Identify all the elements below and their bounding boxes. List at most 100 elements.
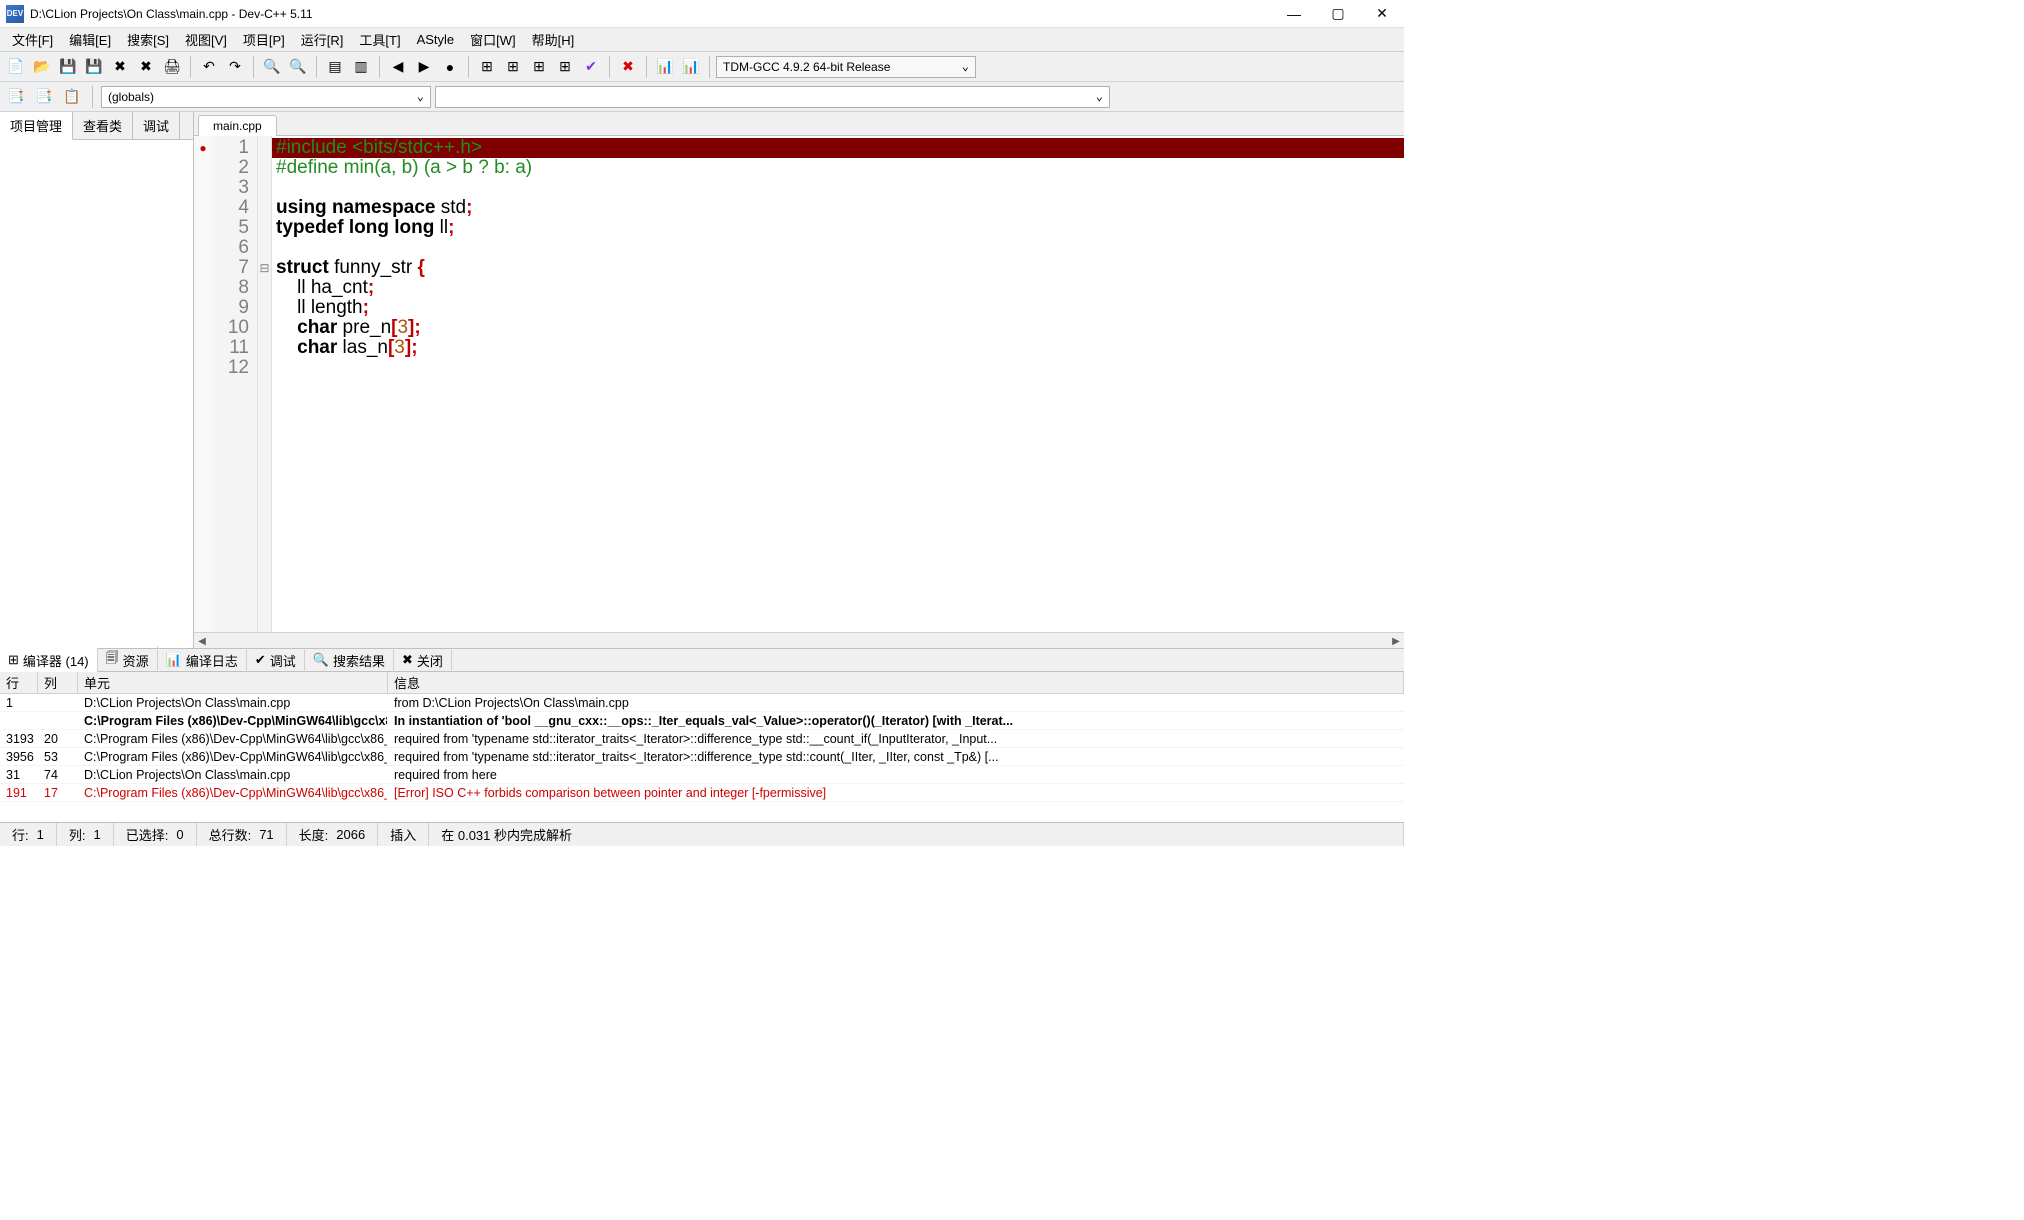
bottom-tab[interactable]: ✔调试 (247, 648, 305, 673)
left-tabs: 项目管理查看类调试 (0, 112, 193, 140)
file-tabs: main.cpp (194, 112, 1404, 136)
output-row[interactable]: 319320C:\Program Files (x86)\Dev-Cpp\Min… (0, 730, 1404, 748)
minimize-button[interactable]: — (1272, 0, 1316, 28)
bottom-tab[interactable]: ✖关闭 (394, 648, 452, 673)
breakpoint-column[interactable]: ● (194, 136, 212, 632)
status-line: 行:1 (0, 823, 57, 846)
window-title: D:\CLion Projects\On Class\main.cpp - De… (30, 7, 1272, 21)
output-col-msg[interactable]: 信息 (388, 672, 1404, 693)
menu-item[interactable]: 视图[V] (177, 27, 235, 52)
scroll-right-icon[interactable]: ▶ (1388, 633, 1404, 649)
menu-item[interactable]: 搜索[S] (119, 27, 177, 52)
delete-profile-icon[interactable]: 📊 (679, 55, 703, 79)
status-length: 长度:2066 (287, 823, 379, 846)
goto-bookmark-icon[interactable]: ▥ (349, 55, 373, 79)
tab-icon: ✔ (255, 652, 266, 668)
project-tree[interactable] (0, 140, 193, 648)
output-col-row[interactable]: 行 (0, 672, 38, 693)
main-toolbar: 📄 📂 💾 💾 ✖ ✖ 🖨 ↶ ↷ 🔍 🔍 ▤ ▥ ◀ ▶ ● ⊞ ⊞ ⊞ ⊞ … (0, 52, 1404, 82)
compiler-output: 行 列 单元 信息 1D:\CLion Projects\On Class\ma… (0, 672, 1404, 822)
maximize-button[interactable]: ▢ (1316, 0, 1360, 28)
save-icon[interactable]: 💾 (56, 55, 80, 79)
main-area: 项目管理查看类调试 main.cpp ● 123456789101112 ⊟ #… (0, 112, 1404, 648)
rebuild-icon[interactable]: ⊞ (553, 55, 577, 79)
line-number-gutter: 123456789101112 (212, 136, 258, 632)
menubar: 文件[F]编辑[E]搜索[S]视图[V]项目[P]运行[R]工具[T]AStyl… (0, 28, 1404, 52)
scope-select[interactable]: (globals) (101, 86, 431, 108)
output-row[interactable]: 3174D:\CLion Projects\On Class\main.cppr… (0, 766, 1404, 784)
new-file-icon[interactable]: 📄 (4, 55, 28, 79)
statusbar: 行:1 列:1 已选择:0 总行数:71 长度:2066 插入 在 0.031 … (0, 822, 1404, 846)
status-insert-mode: 插入 (378, 823, 429, 846)
compiler-profile-select[interactable]: TDM-GCC 4.9.2 64-bit Release (716, 56, 976, 78)
open-file-icon[interactable]: 📂 (30, 55, 54, 79)
profile-icon[interactable]: 📊 (653, 55, 677, 79)
titlebar: DEV D:\CLion Projects\On Class\main.cpp … (0, 0, 1404, 28)
back-icon[interactable]: ◀ (386, 55, 410, 79)
print-icon[interactable]: 🖨 (160, 55, 184, 79)
tab-icon: ✖ (402, 652, 413, 668)
tab-icon: ⊞ (8, 652, 19, 668)
editor-hscrollbar[interactable]: ◀ ▶ (194, 632, 1404, 648)
left-tab[interactable]: 调试 (133, 112, 180, 139)
editor-panel: main.cpp ● 123456789101112 ⊟ #include <b… (194, 112, 1404, 648)
output-row[interactable]: 1D:\CLion Projects\On Class\main.cpp fro… (0, 694, 1404, 712)
bottom-tabs: ⊞编译器 (14)🗐资源📊编译日志✔调试🔍搜索结果✖关闭 (0, 648, 1404, 672)
nav-toolbar: 📑 📑 📋 (globals) (0, 82, 1404, 112)
stop-icon[interactable]: ✖ (616, 55, 640, 79)
output-row[interactable]: C:\Program Files (x86)\Dev-Cpp\MinGW64\l… (0, 712, 1404, 730)
close-file-icon[interactable]: ✖ (108, 55, 132, 79)
compile-icon[interactable]: ⊞ (475, 55, 499, 79)
close-button[interactable]: ✕ (1360, 0, 1404, 28)
tab-icon: 🔍 (313, 652, 329, 668)
fold-column[interactable]: ⊟ (258, 136, 272, 632)
forward-icon[interactable]: ▶ (412, 55, 436, 79)
scroll-left-icon[interactable]: ◀ (194, 633, 210, 649)
run-icon[interactable]: ⊞ (501, 55, 525, 79)
goto-source-icon[interactable]: 📑 (32, 85, 56, 109)
member-select[interactable] (435, 86, 1110, 108)
output-header: 行 列 单元 信息 (0, 672, 1404, 694)
save-all-icon[interactable]: 💾 (82, 55, 106, 79)
compile-run-icon[interactable]: ⊞ (527, 55, 551, 79)
goto-header-icon[interactable]: 📑 (4, 85, 28, 109)
menu-item[interactable]: 项目[P] (235, 27, 293, 52)
replace-icon[interactable]: 🔍 (286, 55, 310, 79)
menu-item[interactable]: 窗口[W] (462, 27, 524, 52)
left-panel: 项目管理查看类调试 (0, 112, 194, 648)
code-body[interactable]: #include <bits/stdc++.h>#define min(a, b… (272, 136, 1404, 632)
menu-item[interactable]: 运行[R] (293, 27, 352, 52)
bottom-tab[interactable]: 📊编译日志 (158, 648, 247, 673)
find-icon[interactable]: 🔍 (260, 55, 284, 79)
menu-item[interactable]: 帮助[H] (524, 27, 583, 52)
menu-item[interactable]: 编辑[E] (61, 27, 119, 52)
breakpoint-icon[interactable]: ● (438, 55, 462, 79)
debug-icon[interactable]: ✔ (579, 55, 603, 79)
bottom-tab[interactable]: 🗐资源 (98, 646, 158, 674)
output-row[interactable]: 19117C:\Program Files (x86)\Dev-Cpp\MinG… (0, 784, 1404, 802)
status-selection: 已选择:0 (114, 823, 197, 846)
tab-icon: 🗐 (106, 649, 119, 671)
class-browser-icon[interactable]: 📋 (60, 85, 84, 109)
output-col-col[interactable]: 列 (38, 672, 78, 693)
output-row[interactable]: 395653C:\Program Files (x86)\Dev-Cpp\Min… (0, 748, 1404, 766)
left-tab[interactable]: 查看类 (73, 112, 133, 139)
menu-item[interactable]: AStyle (409, 29, 463, 50)
output-col-unit[interactable]: 单元 (78, 672, 388, 693)
output-body[interactable]: 1D:\CLion Projects\On Class\main.cpp fro… (0, 694, 1404, 822)
menu-item[interactable]: 工具[T] (351, 27, 408, 52)
menu-item[interactable]: 文件[F] (4, 27, 61, 52)
undo-icon[interactable]: ↶ (197, 55, 221, 79)
bottom-tab[interactable]: ⊞编译器 (14) (0, 648, 98, 673)
redo-icon[interactable]: ↷ (223, 55, 247, 79)
tab-icon: 📊 (166, 652, 182, 668)
status-total-lines: 总行数:71 (197, 823, 287, 846)
status-col: 列:1 (57, 823, 114, 846)
left-tab[interactable]: 项目管理 (0, 112, 73, 140)
code-editor[interactable]: ● 123456789101112 ⊟ #include <bits/stdc+… (194, 136, 1404, 632)
close-all-icon[interactable]: ✖ (134, 55, 158, 79)
file-tab-main[interactable]: main.cpp (198, 115, 277, 136)
status-parse-time: 在 0.031 秒内完成解析 (429, 823, 1404, 846)
bottom-tab[interactable]: 🔍搜索结果 (305, 648, 394, 673)
toggle-bookmark-icon[interactable]: ▤ (323, 55, 347, 79)
